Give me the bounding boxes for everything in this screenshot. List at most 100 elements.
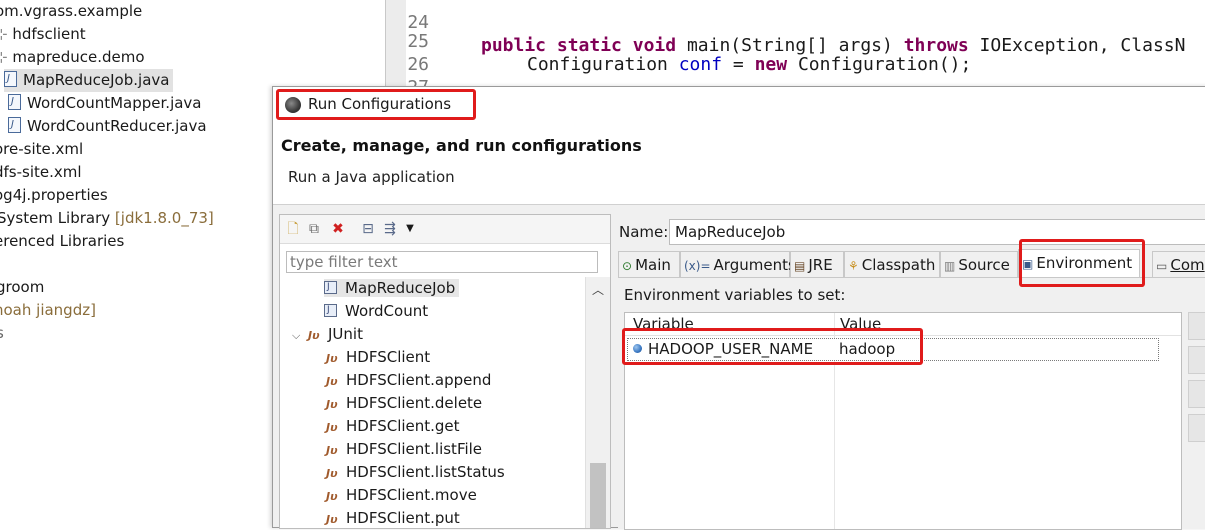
config-item-label: HDFSClient.listFile [346, 440, 483, 458]
config-item-junit[interactable]: Jυ HDFSClient [326, 346, 430, 369]
config-item-junit[interactable]: Jυ HDFSClient.put [326, 507, 460, 528]
tree-item-file[interactable]: og4j.properties [0, 184, 108, 207]
tab-classpath[interactable]: ⚘ Classpath [844, 251, 940, 277]
tree-item-java-file[interactable]: MapReduceJob.java [4, 67, 174, 92]
tree-item-jre-library[interactable]: System Library [jdk1.8.0_73] [0, 207, 214, 230]
tab-jre[interactable]: ▤ JRE [790, 251, 844, 277]
duplicate-icon[interactable]: ⧉ [306, 221, 322, 237]
table-row[interactable]: HADOOP_USER_NAME hadoop [627, 338, 1159, 361]
tree-item-label: hdfsclient [12, 25, 86, 43]
remove-variable-button[interactable] [1188, 414, 1205, 442]
filter-input[interactable] [286, 251, 598, 273]
config-item-junit[interactable]: Jυ HDFSClient.delete [326, 392, 482, 415]
junit-icon: Jυ [326, 513, 338, 526]
tree-item-libraries[interactable]: erenced Libraries [0, 230, 124, 253]
arguments-tab-icon: (x)= [684, 259, 711, 273]
package-icon: ⊹ [0, 48, 8, 66]
tab-label: Main [635, 256, 671, 274]
tree-item-label: MapReduceJob.java [23, 71, 170, 89]
config-item-junit[interactable]: Jυ HDFSClient.get [326, 415, 460, 438]
env-vars-label: Environment variables to set: [624, 286, 846, 304]
config-group-junit[interactable]: ⌵ Jυ JUnit [292, 323, 363, 346]
tree-item-java-file[interactable]: WordCountMapper.java [8, 90, 202, 115]
column-header-value[interactable]: Value [840, 315, 881, 333]
tab-label: Com [1170, 256, 1205, 274]
code-line: 27 // 1.配置job [385, 53, 1205, 90]
tab-label: Classpath [861, 256, 936, 274]
env-vars-table: Variable Value HADOOP_USER_NAME hadoop [624, 312, 1182, 530]
classpath-tab-icon: ⚘ [848, 259, 859, 273]
tree-item-label: og4j.properties [0, 186, 108, 204]
delete-icon[interactable]: ✖ [330, 221, 346, 237]
junit-icon: Jυ [326, 352, 338, 365]
tree-item-file[interactable]: ore-site.xml [0, 138, 83, 161]
env-variable-name: HADOOP_USER_NAME [648, 340, 814, 358]
config-item-label: HDFSClient.get [346, 417, 460, 435]
config-item-label: HDFSClient.put [346, 509, 460, 527]
tree-item-package[interactable]: om.vgrass.example [0, 0, 142, 23]
config-item-junit[interactable]: Jυ HDFSClient.move [326, 484, 477, 507]
tab-main[interactable]: ⊙ Main [618, 251, 680, 277]
tree-item-label: groom [0, 278, 45, 296]
dialog-subheading: Run a Java application [288, 168, 455, 186]
select-variable-button[interactable] [1188, 346, 1205, 374]
tree-item-label: System Library [0, 209, 115, 227]
java-file-icon [8, 90, 21, 113]
config-name-field[interactable]: MapReduceJob [669, 219, 1205, 245]
tree-item-package[interactable]: ⊹ hdfsclient [0, 23, 86, 46]
junit-icon: Jυ [326, 490, 338, 503]
config-item-junit[interactable]: Jυ HDFSClient.append [326, 369, 491, 392]
launch-config-panel: 🗋 ⧉ ✖ ⊟ ⇶ ▼ MapReduceJob WordCount ⌵ Jυ JU… [279, 214, 611, 529]
config-item-label: HDFSClient.listStatus [346, 463, 505, 481]
dialog-title: Run Configurations [308, 95, 452, 113]
junit-icon: Jυ [326, 467, 338, 480]
jre-tab-icon: ▤ [794, 259, 806, 273]
config-item-mapreducejob[interactable]: MapReduceJob [324, 277, 460, 300]
tab-arguments[interactable]: (x)= Arguments [680, 251, 796, 277]
chevron-up-icon[interactable]: ︿ [592, 281, 604, 298]
tree-item-label: erenced Libraries [0, 232, 125, 250]
tree-item-label: WordCountMapper.java [27, 94, 202, 112]
code-line: 25 Configuration conf = new Configuratio… [385, 7, 1205, 75]
java-file-icon [8, 113, 21, 136]
new-launch-config-icon[interactable]: 🗋 [285, 221, 301, 237]
tree-item-project[interactable]: noah jiangdz] [0, 299, 96, 322]
scrollbar-thumb[interactable] [590, 463, 606, 528]
env-variable-value: hadoop [839, 340, 896, 358]
tree-item-suffix: [jdk1.8.0_73] [114, 209, 214, 227]
new-variable-button[interactable] [1188, 312, 1205, 340]
config-tabs: ⊙ Main (x)= Arguments ▤ JRE ⚘ Classpath ▥ Sou… [618, 249, 1205, 278]
config-item-label: WordCount [345, 302, 429, 320]
tree-scrollbar[interactable]: ︿ [585, 277, 610, 528]
tab-source[interactable]: ▥ Source [940, 251, 1018, 277]
tree-item-partial: s [0, 322, 4, 345]
config-item-junit[interactable]: Jυ HDFSClient.listStatus [326, 461, 505, 484]
tree-item-label: dfs-site.xml [0, 163, 82, 181]
config-item-junit[interactable]: Jυ HDFSClient.listFile [326, 438, 482, 461]
collapse-all-icon[interactable]: ⊟ [360, 221, 376, 237]
dialog-titlebar[interactable]: Run Configurations [273, 87, 1205, 123]
config-item-wordcount[interactable]: WordCount [324, 299, 429, 323]
tab-common[interactable]: ▭ Com [1152, 251, 1205, 277]
code-editor[interactable]: 24 public static void main(String[] args… [385, 0, 1205, 90]
tab-environment[interactable]: ▣ Environment [1018, 249, 1140, 278]
filter-icon[interactable]: ⇶ [382, 221, 398, 237]
config-item-label: HDFSClient.delete [346, 394, 483, 412]
junit-icon: Jυ [326, 421, 338, 434]
junit-icon: Jυ [326, 398, 338, 411]
junit-icon: Jυ [308, 329, 320, 342]
code-line: 26 [385, 30, 1205, 75]
edit-variable-button[interactable] [1188, 380, 1205, 408]
tab-label: JRE [808, 256, 833, 274]
view-menu-icon[interactable]: ▼ [402, 221, 418, 237]
tree-item-java-file[interactable]: WordCountReducer.java [8, 113, 207, 138]
tree-item-project[interactable]: groom [0, 276, 44, 299]
tree-item-package[interactable]: ⊹ mapreduce.demo [0, 46, 145, 69]
column-header-variable[interactable]: Variable [633, 315, 694, 333]
dialog-heading: Create, manage, and run configurations [281, 136, 642, 155]
tree-item-file[interactable]: dfs-site.xml [0, 161, 82, 184]
chevron-down-icon[interactable]: ⌵ [292, 324, 304, 347]
tab-label: Arguments [713, 256, 796, 274]
config-item-label: JUnit [328, 325, 363, 343]
source-tab-icon: ▥ [944, 259, 956, 273]
